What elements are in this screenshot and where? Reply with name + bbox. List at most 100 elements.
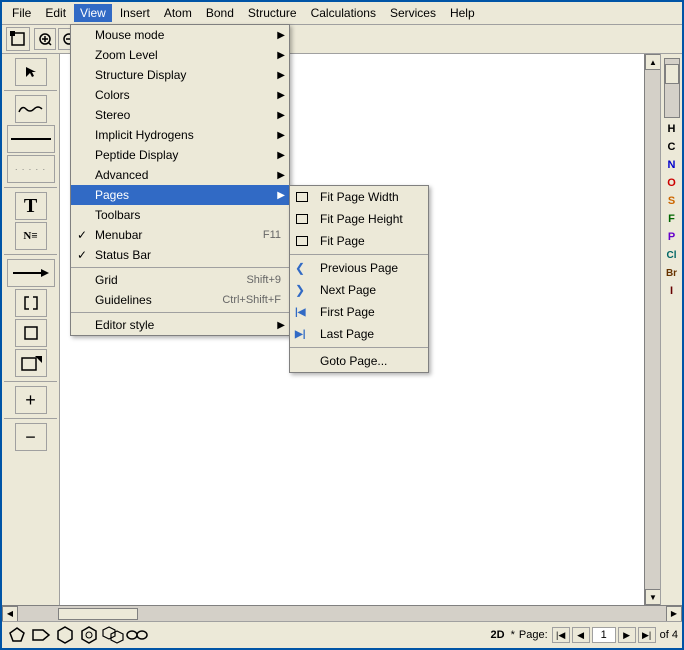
element-S[interactable]: S — [662, 192, 682, 210]
zoom-in-btn[interactable] — [34, 28, 56, 50]
element-N[interactable]: N — [662, 156, 682, 174]
left-sep-4 — [4, 381, 57, 382]
circle-hex-tool[interactable] — [78, 624, 100, 646]
wave-tool[interactable] — [15, 95, 47, 123]
pages-previous[interactable]: ❮ Previous Page — [290, 257, 428, 279]
square-bracket-icon — [21, 323, 41, 343]
menu-edit[interactable]: Edit — [39, 4, 72, 22]
view-advanced[interactable]: Advanced ▶ — [71, 165, 289, 185]
view-pages[interactable]: Pages ▶ Fit Page Width Fit Page Height F… — [71, 185, 289, 205]
pentagon-tool[interactable] — [6, 624, 28, 646]
page-next-btn[interactable]: ▶ — [618, 627, 636, 643]
square-bracket-tool[interactable] — [15, 319, 47, 347]
view-guidelines[interactable]: Guidelines Ctrl+Shift+F — [71, 290, 289, 310]
pages-goto[interactable]: Goto Page... — [290, 350, 428, 372]
menu-calculations[interactable]: Calculations — [305, 4, 382, 22]
pages-next[interactable]: ❯ Next Page — [290, 279, 428, 301]
view-statusbar[interactable]: ✓ Status Bar — [71, 245, 289, 265]
left-sep-2 — [4, 187, 57, 188]
view-editor-style[interactable]: Editor style ▶ — [71, 315, 289, 335]
first-page-icon: |◀ — [295, 307, 306, 318]
menu-file[interactable]: File — [6, 4, 37, 22]
hexagon-tool[interactable] — [54, 624, 76, 646]
circle-hex-icon — [80, 626, 98, 644]
menubar: File Edit View Insert Atom Bond Structur… — [2, 2, 682, 24]
arrow-right-tool[interactable] — [7, 259, 55, 287]
view-zoom-level[interactable]: Zoom Level ▶ — [71, 45, 289, 65]
view-implicit-hydrogens[interactable]: Implicit Hydrogens ▶ — [71, 125, 289, 145]
element-F[interactable]: F — [662, 210, 682, 228]
horizontal-scrollbar[interactable]: ◀ ▶ — [2, 605, 682, 621]
toolbar-select-btn[interactable] — [6, 27, 30, 51]
double-hex-tool[interactable] — [102, 624, 124, 646]
element-Br[interactable]: Br — [662, 264, 682, 282]
arrow-right-icon — [11, 265, 51, 281]
scroll-track[interactable] — [645, 70, 660, 589]
minus-tool[interactable]: − — [15, 423, 47, 451]
arrow-tool-icon — [22, 63, 40, 81]
view-structure-display[interactable]: Structure Display ▶ — [71, 65, 289, 85]
menu-insert[interactable]: Insert — [114, 4, 156, 22]
left-sep-1 — [4, 90, 57, 91]
right-sidebar: H C N O S F P Cl Br I — [660, 54, 682, 605]
pages-fit-width[interactable]: Fit Page Width — [290, 186, 428, 208]
menu-atom[interactable]: Atom — [158, 4, 198, 22]
page-last-btn[interactable]: ▶| — [638, 627, 656, 643]
h-scroll-track[interactable] — [18, 607, 666, 621]
pages-fit-page[interactable]: Fit Page — [290, 230, 428, 252]
view-peptide-display[interactable]: Peptide Display ▶ — [71, 145, 289, 165]
menu-bond[interactable]: Bond — [200, 4, 240, 22]
pages-first[interactable]: |◀ First Page — [290, 301, 428, 323]
square-arrow-tool[interactable] — [15, 349, 47, 377]
scroll-right-btn[interactable]: ▶ — [666, 606, 682, 622]
arrow-pentagon-tool[interactable] — [30, 624, 52, 646]
right-scroll-indicator — [664, 58, 680, 118]
view-colors[interactable]: Colors ▶ — [71, 85, 289, 105]
view-mouse-mode[interactable]: Mouse mode ▶ — [71, 25, 289, 45]
line-tool[interactable] — [7, 125, 55, 153]
left-toolbar: · · · · · T N≡ — [2, 54, 60, 605]
page-input[interactable] — [592, 627, 616, 643]
element-C[interactable]: C — [662, 138, 682, 156]
statusbar-check: ✓ — [77, 248, 87, 262]
view-grid[interactable]: Grid Shift+9 — [71, 270, 289, 290]
ne-label: N≡ — [23, 230, 37, 242]
scroll-up-btn[interactable]: ▲ — [645, 54, 660, 70]
element-I[interactable]: I — [662, 282, 682, 300]
dots-tool[interactable]: · · · · · — [7, 155, 55, 183]
element-P[interactable]: P — [662, 228, 682, 246]
page-prev-btn[interactable]: ◀ — [572, 627, 590, 643]
page-of-label: of 4 — [660, 629, 678, 641]
scroll-left-btn[interactable]: ◀ — [2, 606, 18, 622]
ne-tool[interactable]: N≡ — [15, 222, 47, 250]
element-H[interactable]: H — [662, 120, 682, 138]
fit-height-icon — [296, 214, 308, 224]
pages-last[interactable]: ▶| Last Page — [290, 323, 428, 345]
menu-view[interactable]: View — [74, 4, 112, 22]
arrow-tool[interactable] — [15, 58, 47, 86]
element-Cl[interactable]: Cl — [662, 246, 682, 264]
scroll-down-btn[interactable]: ▼ — [645, 589, 660, 605]
select-icon — [10, 31, 26, 47]
menu-services[interactable]: Services — [384, 4, 442, 22]
view-toolbars[interactable]: Toolbars — [71, 205, 289, 225]
chain-tool[interactable] — [126, 624, 148, 646]
chain-icon — [126, 628, 148, 642]
vertical-scrollbar[interactable]: ▲ ▼ — [644, 54, 660, 605]
left-sep-5 — [4, 418, 57, 419]
pentagon-icon — [8, 626, 26, 644]
pages-fit-height[interactable]: Fit Page Height — [290, 208, 428, 230]
square-arrow-icon — [20, 352, 42, 374]
text-tool[interactable]: T — [15, 192, 47, 220]
element-O[interactable]: O — [662, 174, 682, 192]
page-first-btn[interactable]: |◀ — [552, 627, 570, 643]
shape-tools-bar: 2D * Page: |◀ ◀ ▶ ▶| of 4 — [2, 621, 682, 648]
view-sep-2 — [71, 312, 289, 313]
menu-structure[interactable]: Structure — [242, 4, 303, 22]
menu-help[interactable]: Help — [444, 4, 481, 22]
view-stereo[interactable]: Stereo ▶ — [71, 105, 289, 125]
view-menubar[interactable]: ✓ Menubar F11 — [71, 225, 289, 245]
bracket-tool[interactable] — [15, 289, 47, 317]
prev-page-icon: ❮ — [295, 261, 305, 275]
plus-tool[interactable]: + — [15, 386, 47, 414]
